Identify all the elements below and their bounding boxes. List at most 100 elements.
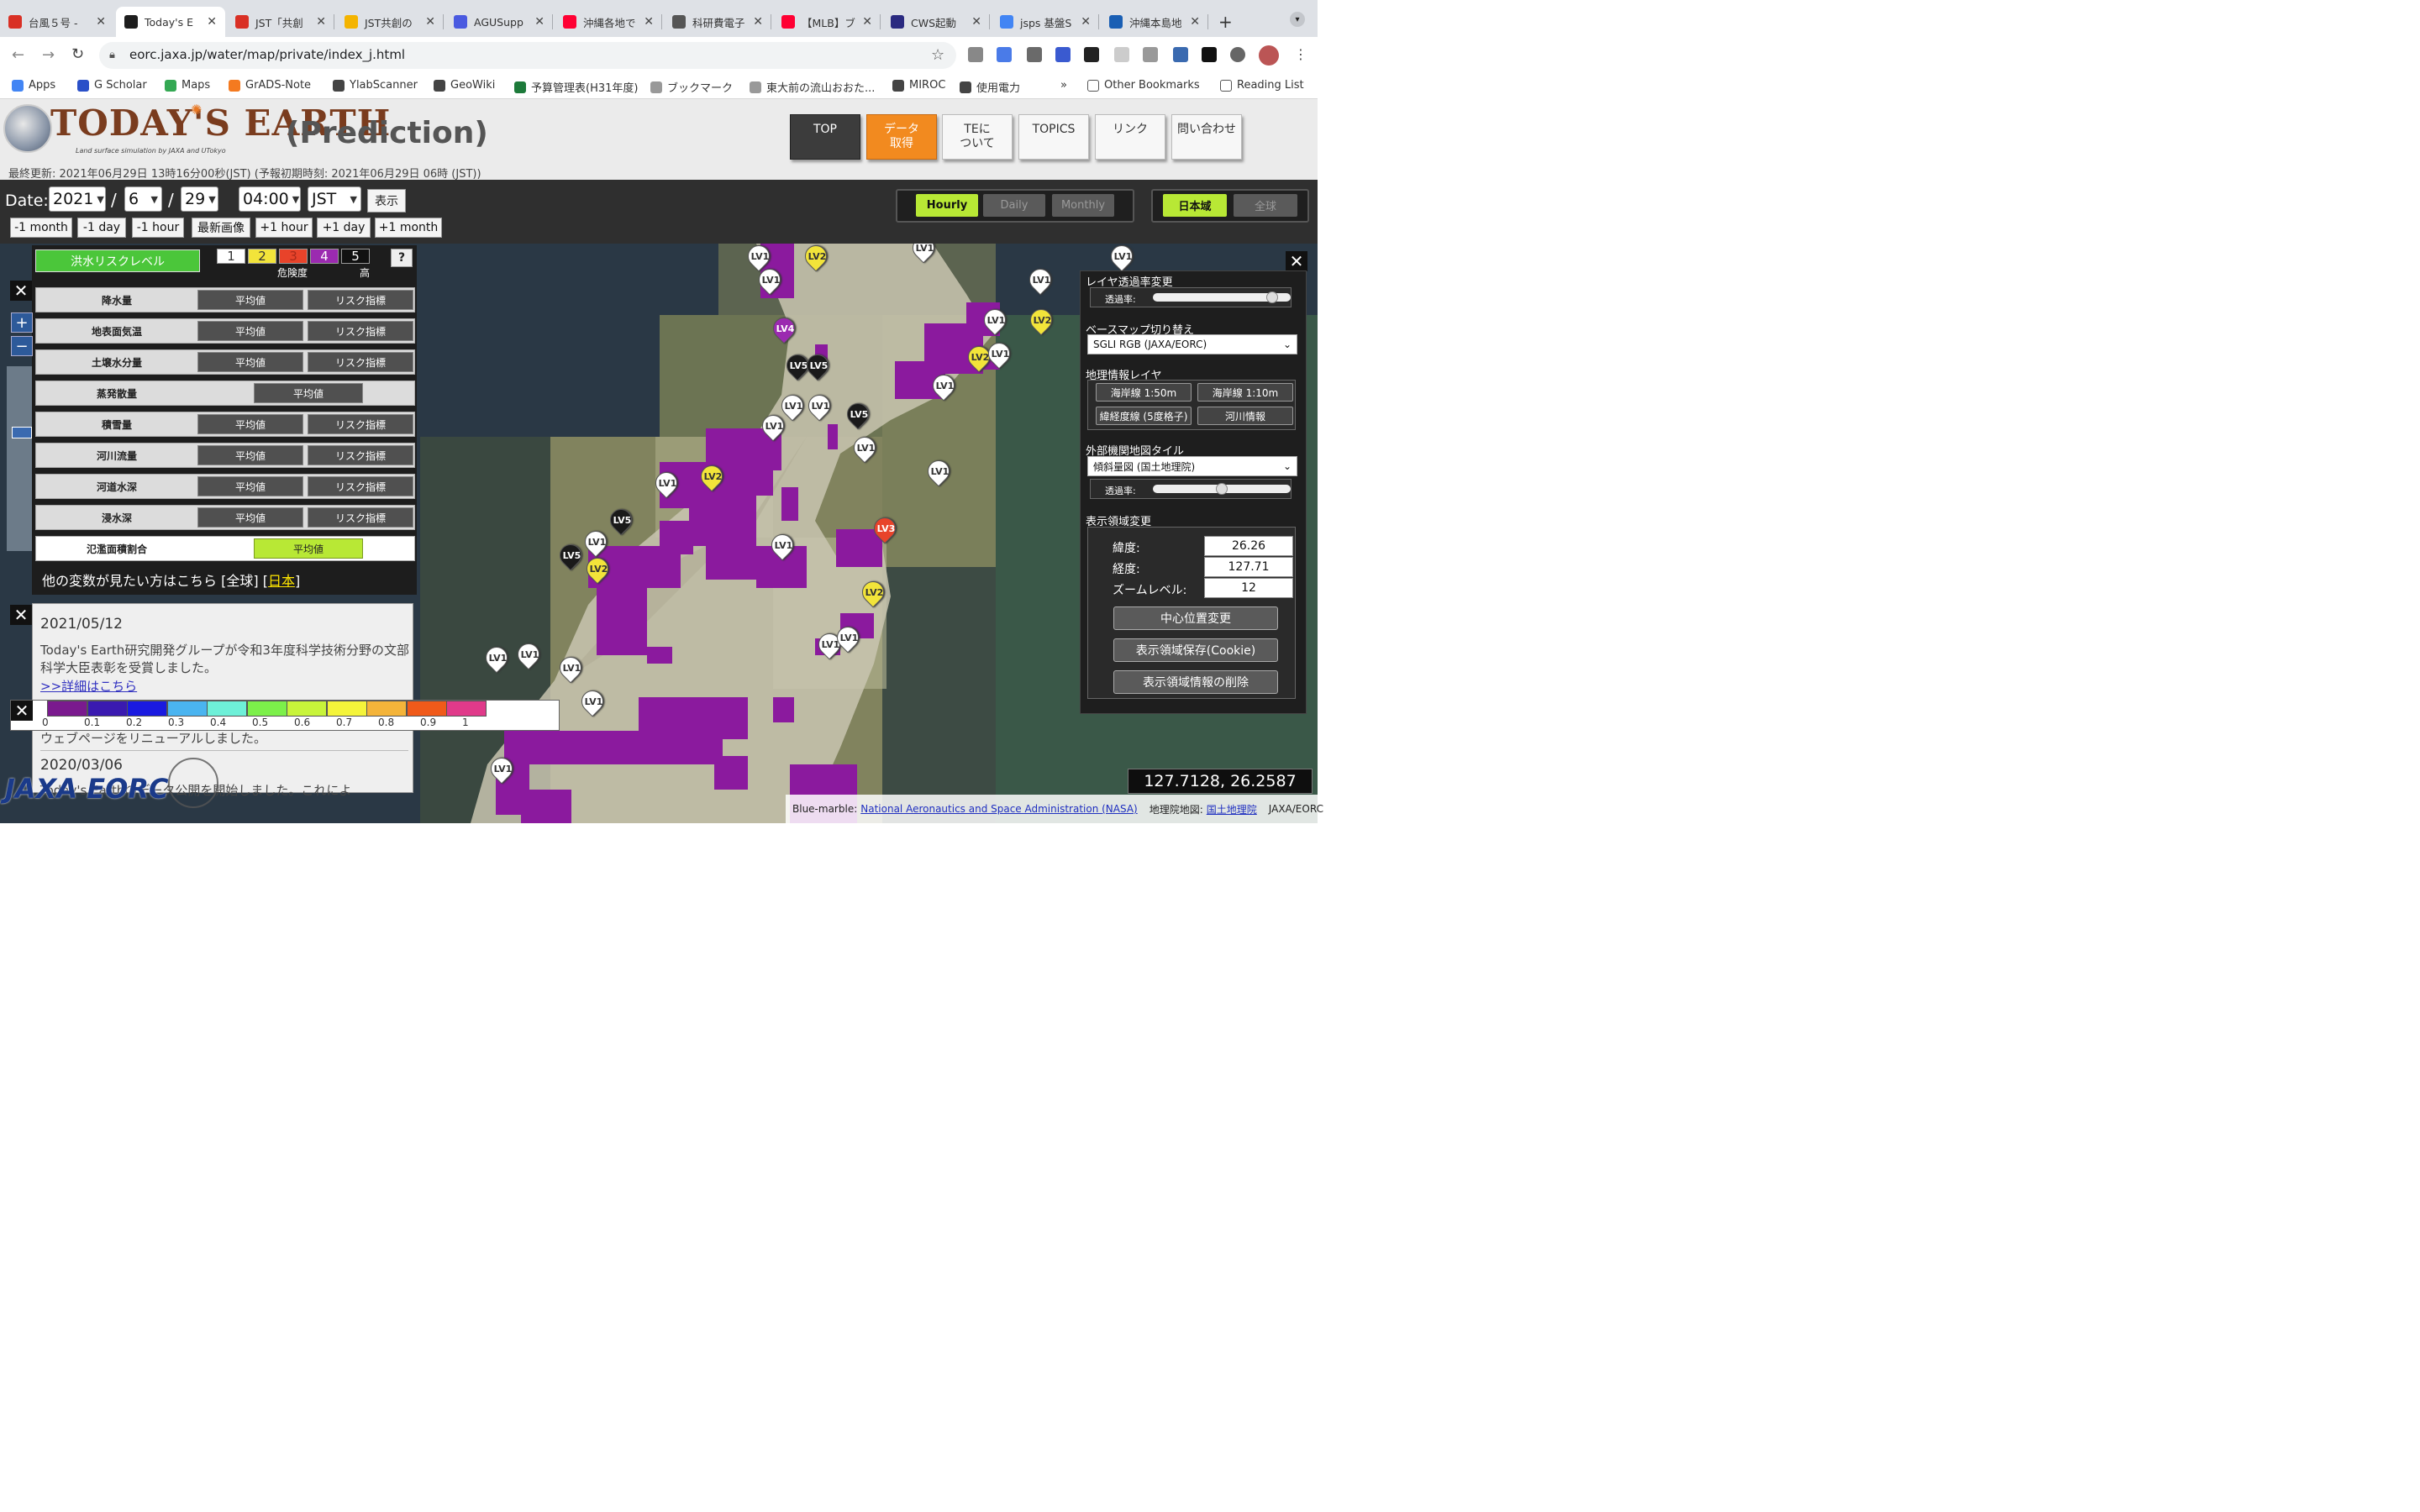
save-region-button[interactable]: 表示領域保存(Cookie) — [1113, 638, 1278, 662]
avatar[interactable] — [1259, 45, 1279, 66]
close-icon[interactable]: ✕ — [96, 15, 106, 29]
zoom-out-button[interactable]: − — [11, 336, 33, 356]
bookmark-item[interactable]: YlabScanner — [333, 79, 418, 92]
extension-icon[interactable] — [1173, 47, 1188, 62]
time-select[interactable]: 04:00 ▼ — [239, 186, 301, 212]
reload-icon[interactable]: ↻ — [71, 45, 84, 63]
bookmarks-overflow-icon[interactable]: » — [1060, 79, 1067, 92]
timezone-select[interactable]: JST ▼ — [308, 186, 361, 212]
global-link[interactable]: [全球] — [221, 573, 259, 589]
bookmark-star-icon[interactable]: ☆ — [931, 46, 944, 64]
browser-tab[interactable]: Today's E ✕ — [116, 7, 225, 37]
basemap-select[interactable]: SGLI RGB (JAXA/EORC) ⌄ — [1087, 334, 1297, 354]
risk-index-button[interactable]: リスク指標 — [308, 290, 413, 310]
coastline-10m-button[interactable]: 海岸線 1:10m — [1197, 383, 1293, 402]
step-button[interactable]: +1 hour — [255, 218, 313, 238]
browser-tab[interactable]: AGUSupp ✕ — [445, 7, 553, 37]
nav-button[interactable]: TEに ついて — [942, 114, 1013, 160]
bookmark-item[interactable]: Apps — [12, 79, 55, 92]
nasa-link[interactable]: National Aeronautics and Space Administr… — [860, 803, 1137, 815]
latitude-input[interactable]: 26.26 — [1204, 536, 1293, 556]
close-icon[interactable]: ✕ — [644, 15, 654, 29]
close-icon[interactable]: ✕ — [1190, 15, 1200, 29]
mean-button[interactable]: 平均値 — [254, 383, 363, 403]
region-japan[interactable]: 日本域 — [1163, 194, 1227, 217]
step-button[interactable]: -1 hour — [132, 218, 184, 238]
close-icon[interactable]: ✕ — [862, 15, 872, 29]
puzzle-icon[interactable] — [1230, 47, 1245, 62]
step-button[interactable]: +1 month — [375, 218, 442, 238]
nav-button[interactable]: TOP — [790, 114, 860, 160]
nav-button[interactable]: リンク — [1095, 114, 1165, 160]
browser-tab[interactable]: 【MLB】ブ ✕ — [773, 7, 881, 37]
browser-tab[interactable]: jsps 基盤S ✕ — [992, 7, 1099, 37]
month-select[interactable]: 6 ▼ — [124, 186, 162, 212]
close-icon[interactable]: ✕ — [10, 605, 32, 625]
bookmark-item[interactable]: 使用電力 — [960, 79, 1020, 95]
zoom-in-button[interactable]: + — [11, 312, 33, 333]
interval-daily[interactable]: Daily — [983, 194, 1045, 217]
gsi-link[interactable]: 国土地理院 — [1207, 802, 1257, 816]
year-select[interactable]: 2021 ▼ — [49, 186, 106, 212]
extension-icon[interactable] — [1143, 47, 1158, 62]
forward-icon[interactable]: → — [42, 46, 55, 64]
coastline-50m-button[interactable]: 海岸線 1:50m — [1096, 383, 1192, 402]
mean-button[interactable]: 平均値 — [197, 414, 303, 434]
bookmark-item[interactable]: G Scholar — [77, 79, 147, 92]
extension-icon[interactable] — [1055, 47, 1071, 62]
close-icon[interactable]: ✕ — [1286, 251, 1307, 271]
mean-button[interactable]: 平均値 — [197, 476, 303, 496]
extension-icon[interactable] — [1027, 47, 1042, 62]
bookmark-item[interactable]: ブックマーク — [650, 79, 733, 95]
browser-tab[interactable]: JST「共創 ✕ — [227, 7, 334, 37]
browser-tab[interactable]: 台風５号 - ✕ — [0, 7, 114, 37]
river-info-button[interactable]: 河川情報 — [1197, 407, 1293, 425]
interval-hourly[interactable]: Hourly — [916, 194, 978, 217]
close-icon[interactable]: ✕ — [207, 15, 217, 29]
close-icon[interactable]: ✕ — [316, 15, 326, 29]
browser-tab[interactable]: 沖縄本島地 ✕ — [1101, 7, 1208, 37]
lock-icon[interactable]: 🔒︎ — [109, 49, 115, 61]
extension-icon[interactable] — [968, 47, 983, 62]
reading-list[interactable]: Reading List — [1220, 79, 1304, 92]
risk-index-button[interactable]: リスク指標 — [308, 321, 413, 341]
risk-index-button[interactable]: リスク指標 — [308, 352, 413, 372]
browser-tab[interactable]: JST共創の ✕ — [336, 7, 444, 37]
nav-button[interactable]: データ 取得 — [866, 114, 937, 160]
close-icon[interactable]: ✕ — [534, 15, 544, 29]
url-text[interactable]: eorc.jaxa.jp/water/map/private/index_j.h… — [129, 47, 405, 62]
bookmark-item[interactable]: 予算管理表(H31年度) — [514, 79, 638, 95]
step-button[interactable]: -1 month — [10, 218, 72, 238]
interval-monthly[interactable]: Monthly — [1052, 194, 1114, 217]
risk-index-button[interactable]: リスク指標 — [308, 507, 413, 528]
mean-button[interactable]: 平均値 — [197, 445, 303, 465]
day-select[interactable]: 29 ▼ — [181, 186, 218, 212]
new-tab-button[interactable]: + — [1218, 12, 1233, 32]
opacity-slider-handle[interactable] — [1266, 291, 1278, 303]
show-button[interactable]: 表示 — [367, 189, 406, 213]
zoom-slider-handle[interactable] — [12, 427, 32, 438]
browser-tab[interactable]: 沖縄各地で ✕ — [555, 7, 662, 37]
bookmark-item[interactable]: 東大前の流山おおた... — [750, 79, 875, 95]
risk-index-button[interactable]: リスク指標 — [308, 414, 413, 434]
extension-icon[interactable] — [1084, 47, 1099, 62]
bookmark-item[interactable]: GrADS-Note — [229, 79, 311, 92]
japan-link[interactable]: 日本 — [268, 573, 295, 589]
help-button[interactable]: ? — [391, 249, 413, 267]
browser-tab[interactable]: 科研費電子 ✕ — [664, 7, 771, 37]
close-icon[interactable]: ✕ — [11, 701, 33, 721]
zoom-slider[interactable] — [7, 366, 32, 551]
close-icon[interactable]: ✕ — [753, 15, 763, 29]
risk-index-button[interactable]: リスク指標 — [308, 445, 413, 465]
mean-button[interactable]: 平均値 — [254, 538, 363, 559]
external-tile-select[interactable]: 傾斜量図 (国土地理院) ⌄ — [1087, 456, 1297, 476]
extension-icon[interactable] — [1114, 47, 1129, 62]
step-button[interactable]: 最新画像 — [192, 218, 250, 238]
flood-risk-level-button[interactable]: 洪水リスクレベル — [35, 249, 200, 272]
other-bookmarks[interactable]: Other Bookmarks — [1087, 79, 1200, 92]
browser-tab[interactable]: CWS起動 ✕ — [882, 7, 990, 37]
delete-region-button[interactable]: 表示領域情報の削除 — [1113, 670, 1278, 694]
longitude-input[interactable]: 127.71 — [1204, 557, 1293, 577]
zoom-level-input[interactable]: 12 — [1204, 578, 1293, 598]
step-button[interactable]: +1 day — [317, 218, 371, 238]
